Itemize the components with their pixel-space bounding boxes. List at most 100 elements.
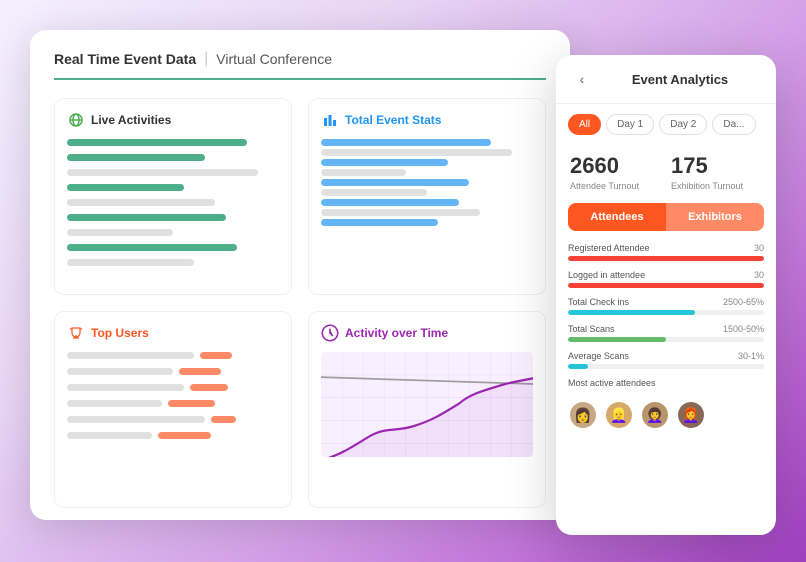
- most-active-label: Most active attendees: [556, 378, 776, 392]
- panel-title: Event Analytics: [600, 72, 760, 87]
- back-button[interactable]: ‹: [572, 69, 592, 89]
- tab-day2[interactable]: Day 2: [659, 114, 707, 135]
- metric-checkins-fill: [568, 310, 695, 315]
- user-rows: [67, 352, 279, 442]
- exhibition-count: 175: [671, 153, 762, 179]
- user-bar-6: [67, 432, 152, 439]
- bar-a3: [321, 159, 448, 166]
- metric-scans-value: 1500-50%: [723, 324, 764, 334]
- metric-checkins-bg: [568, 310, 764, 315]
- attendee-count: 2660: [570, 153, 661, 179]
- bar-8: [67, 244, 237, 251]
- metric-avg-scans-name: Average Scans: [568, 351, 629, 361]
- user-score-3: [190, 384, 228, 391]
- stats-list: Registered Attendee 30 Logged in attende…: [556, 243, 776, 378]
- bar-2: [67, 154, 205, 161]
- metric-registered-bg: [568, 256, 764, 261]
- metric-loggedin-header: Logged in attendee 30: [568, 270, 764, 280]
- bar-5: [67, 199, 215, 206]
- activity-over-time-title: Activity over Time: [345, 326, 448, 340]
- metric-avg-scans-value: 30-1%: [738, 351, 764, 361]
- live-activities-title: Live Activities: [91, 113, 171, 127]
- bar-a6: [321, 189, 427, 196]
- day-tabs: All Day 1 Day 2 Da...: [556, 104, 776, 145]
- exhibition-label: Exhibition Turnout: [671, 181, 762, 191]
- metric-avg-scans: Average Scans 30-1%: [568, 351, 764, 369]
- metric-loggedin-bg: [568, 283, 764, 288]
- metric-registered-value: 30: [754, 243, 764, 253]
- avatar-1: 👩: [568, 400, 598, 430]
- bar-9: [67, 259, 194, 266]
- activity-over-time-header: Activity over Time: [321, 324, 533, 342]
- avatar-2: 👱‍♀️: [604, 400, 634, 430]
- exhibition-stat: 175 Exhibition Turnout: [671, 153, 762, 191]
- metric-loggedin-fill: [568, 283, 764, 288]
- bar-a8: [321, 209, 480, 216]
- metric-scans-fill: [568, 337, 666, 342]
- dashboard-header: Real Time Event Data | Virtual Conferenc…: [54, 50, 546, 80]
- live-activities-section: Live Activities: [54, 98, 292, 295]
- metric-registered-fill: [568, 256, 764, 261]
- metric-scans-name: Total Scans: [568, 324, 615, 334]
- metric-avg-scans-fill: [568, 364, 588, 369]
- user-row-1: [67, 352, 279, 362]
- header-divider: |: [204, 50, 208, 68]
- activity-over-time-section: Activity over Time: [308, 311, 546, 508]
- user-score-5: [211, 416, 236, 423]
- top-users-header: Top Users: [67, 324, 279, 342]
- avatars-row: 👩 👱‍♀️ 👩‍🦱 👩‍🦰: [556, 392, 776, 438]
- bar-6: [67, 214, 226, 221]
- metric-loggedin: Logged in attendee 30: [568, 270, 764, 288]
- user-bar-1: [67, 352, 194, 359]
- avatar-3: 👩‍🦱: [640, 400, 670, 430]
- metric-loggedin-value: 30: [754, 270, 764, 280]
- metric-checkins: Total Check ins 2500-65%: [568, 297, 764, 315]
- top-users-section: Top Users: [54, 311, 292, 508]
- avatar-4: 👩‍🦰: [676, 400, 706, 430]
- user-bar-5: [67, 416, 205, 423]
- metric-avg-scans-bg: [568, 364, 764, 369]
- panel-header: ‹ Event Analytics: [556, 55, 776, 104]
- metric-checkins-header: Total Check ins 2500-65%: [568, 297, 764, 307]
- attendees-toggle[interactable]: Attendees: [568, 203, 666, 231]
- user-bar-3: [67, 384, 184, 391]
- metric-scans-bg: [568, 337, 764, 342]
- bar-a9: [321, 219, 438, 226]
- user-row-5: [67, 416, 279, 426]
- bar-a2: [321, 149, 512, 156]
- metric-avg-scans-header: Average Scans 30-1%: [568, 351, 764, 361]
- bar-a4: [321, 169, 406, 176]
- metric-registered-header: Registered Attendee 30: [568, 243, 764, 253]
- tab-day3[interactable]: Da...: [712, 114, 755, 135]
- bar-a7: [321, 199, 459, 206]
- analytics-panel: ‹ Event Analytics All Day 1 Day 2 Da... …: [556, 55, 776, 535]
- bar-4: [67, 184, 184, 191]
- exhibitors-toggle[interactable]: Exhibitors: [666, 203, 764, 231]
- user-bar-2: [67, 368, 173, 375]
- user-bar-4: [67, 400, 162, 407]
- user-score-1: [200, 352, 232, 359]
- metric-registered-name: Registered Attendee: [568, 243, 650, 253]
- tab-day1[interactable]: Day 1: [606, 114, 654, 135]
- top-users-title: Top Users: [91, 326, 149, 340]
- user-score-2: [179, 368, 221, 375]
- live-activities-header: Live Activities: [67, 111, 279, 129]
- metric-checkins-value: 2500-65%: [723, 297, 764, 307]
- metric-scans-header: Total Scans 1500-50%: [568, 324, 764, 334]
- metric-loggedin-name: Logged in attendee: [568, 270, 645, 280]
- dashboard-sections: Live Activities: [54, 98, 546, 508]
- bar-1: [67, 139, 247, 146]
- metric-scans: Total Scans 1500-50%: [568, 324, 764, 342]
- dashboard-subtitle: Virtual Conference: [216, 51, 332, 67]
- total-event-stats-header: Total Event Stats: [321, 111, 533, 129]
- user-row-3: [67, 384, 279, 394]
- attendee-label: Attendee Turnout: [570, 181, 661, 191]
- tab-all[interactable]: All: [568, 114, 601, 135]
- stats-row: 2660 Attendee Turnout 175 Exhibition Tur…: [556, 145, 776, 203]
- total-event-stats-title: Total Event Stats: [345, 113, 441, 127]
- total-event-stats-bars: [321, 139, 533, 226]
- trophy-icon: [67, 324, 85, 342]
- dashboard-card: Real Time Event Data | Virtual Conferenc…: [30, 30, 570, 520]
- toggle-row: Attendees Exhibitors: [568, 203, 764, 231]
- bar-a5: [321, 179, 469, 186]
